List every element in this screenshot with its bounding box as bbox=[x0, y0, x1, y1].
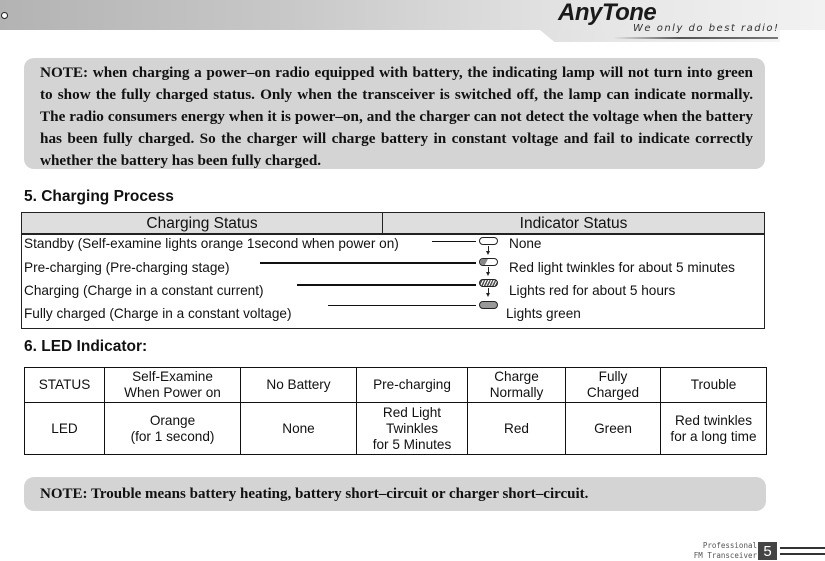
page-number: 5 bbox=[758, 542, 777, 560]
status-row: STATUS Self-Examine When Power on No Bat… bbox=[24, 367, 767, 403]
footer-label: Professional FM Transceiver bbox=[680, 541, 757, 561]
section-title-charging-process: 5. Charging Process bbox=[24, 188, 174, 205]
status-pre-charging: Pre-charging bbox=[356, 367, 468, 403]
indicator-red-steady: Lights red for about 5 hours bbox=[509, 283, 676, 298]
table-header-row: Charging Status Indicator Status bbox=[22, 213, 764, 235]
leader-line bbox=[328, 305, 476, 306]
column-header-indicator-status: Indicator Status bbox=[519, 215, 628, 232]
brand-tagline: We only do best radio! bbox=[633, 23, 780, 34]
led-red-icon bbox=[479, 279, 498, 287]
status-no-battery: No Battery bbox=[240, 367, 357, 403]
led-off-icon bbox=[479, 237, 498, 245]
status-header-cell: STATUS bbox=[24, 367, 105, 403]
bullet-dot-icon bbox=[1, 12, 8, 19]
charging-status-precharging: Pre-charging (Pre-charging stage) bbox=[24, 260, 230, 275]
trouble-note: NOTE: Trouble means battery heating, bat… bbox=[24, 477, 766, 511]
charging-status-charging: Charging (Charge in a constant current) bbox=[24, 283, 264, 298]
tagline-underline bbox=[613, 37, 778, 39]
footer-rule bbox=[780, 553, 825, 555]
led-header-cell: LED bbox=[24, 402, 105, 455]
led-fully-charged: Green bbox=[565, 402, 661, 455]
led-trouble: Red twinkles for a long time bbox=[660, 402, 767, 455]
status-trouble: Trouble bbox=[660, 367, 767, 403]
led-twinkle-icon bbox=[479, 258, 498, 266]
charging-process-table: Charging Status Indicator Status Standby… bbox=[21, 212, 765, 329]
indicator-red-twinkle: Red light twinkles for about 5 minutes bbox=[509, 260, 735, 275]
indicator-green: Lights green bbox=[506, 306, 581, 321]
leader-line bbox=[297, 284, 476, 286]
led-pre-charging: Red Light Twinkles for 5 Minutes bbox=[356, 402, 468, 455]
leader-line bbox=[260, 262, 476, 264]
arrow-down-icon bbox=[486, 246, 490, 255]
section-title-led-indicator: 6. LED Indicator: bbox=[24, 338, 148, 355]
arrow-down-icon bbox=[486, 267, 490, 276]
brand-logo: AnyTone We only do best radio! bbox=[553, 0, 783, 41]
led-no-battery: None bbox=[240, 402, 357, 455]
led-row: LED Orange (for 1 second) None Red Light… bbox=[24, 402, 767, 455]
status-self-examine: Self-Examine When Power on bbox=[104, 367, 241, 403]
footer-line-1: Professional bbox=[702, 541, 757, 550]
charging-status-fully-charged: Fully charged (Charge in a constant volt… bbox=[24, 306, 292, 321]
footer-rule bbox=[780, 547, 825, 549]
leader-line bbox=[432, 241, 476, 242]
column-header-charging-status: Charging Status bbox=[22, 213, 383, 233]
led-self-examine: Orange (for 1 second) bbox=[104, 402, 241, 455]
indicator-none: None bbox=[509, 236, 542, 251]
arrow-down-icon bbox=[486, 288, 490, 297]
status-charge-normally: Charge Normally bbox=[467, 367, 566, 403]
charging-status-standby: Standby (Self-examine lights orange 1sec… bbox=[24, 236, 399, 251]
led-green-icon bbox=[479, 301, 498, 309]
charging-note: NOTE: when charging a power–on radio equ… bbox=[24, 58, 765, 169]
status-fully-charged: Fully Charged bbox=[565, 367, 661, 403]
led-charge-normally: Red bbox=[467, 402, 566, 455]
led-indicator-table: STATUS Self-Examine When Power on No Bat… bbox=[24, 367, 767, 455]
